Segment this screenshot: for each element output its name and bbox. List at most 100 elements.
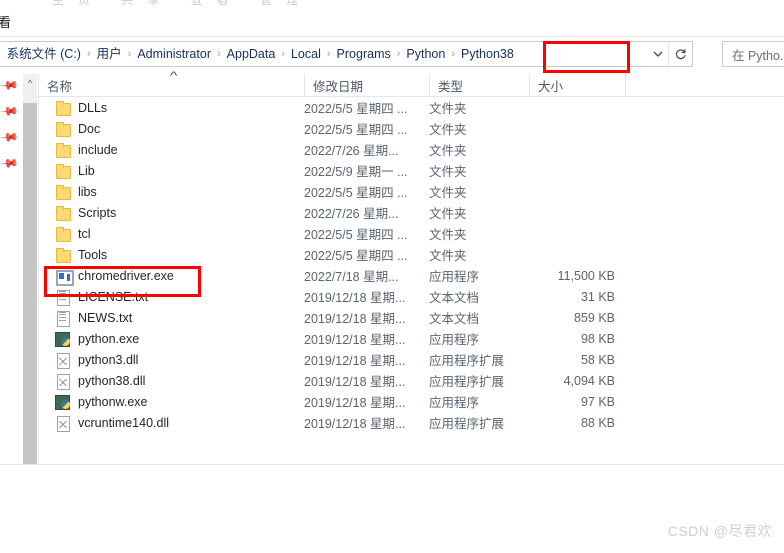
folder-icon [55,163,71,179]
dll-icon [55,352,71,369]
file-name-cell[interactable]: Doc [55,118,100,139]
pin-icon[interactable]: 📌 [0,153,20,173]
file-name-cell[interactable]: pythonw.exe [55,391,148,412]
txt-icon [55,310,71,327]
tab-view[interactable]: 看 [0,14,17,32]
file-size-cell: 88 KB [580,415,615,430]
file-name-cell[interactable]: LICENSE.txt [55,286,148,307]
file-size-cell: 11,500 KB [557,268,615,283]
file-row[interactable]: vcruntime140.dll 2019/12/18 星期... 应用程序扩展 88… [39,412,784,433]
breadcrumb-item-python38[interactable]: Python38 [457,43,518,65]
file-date-cell: 2022/5/5 星期四 ... [304,249,408,263]
file-name-cell[interactable]: tcl [55,223,91,244]
breadcrumb-item-programs[interactable]: Programs [333,43,395,65]
file-date-cell: 2022/5/9 星期一 ... [304,165,408,179]
file-row[interactable]: python38.dll 2019/12/18 星期... 应用程序扩展 4,094 … [39,370,784,391]
refresh-icon[interactable] [668,42,692,66]
file-size-cell: 4,094 KB [563,373,615,388]
file-row[interactable]: LICENSE.txt 2019/12/18 星期... 文本文档 31 KB [39,286,784,307]
py-icon [55,394,71,410]
breadcrumb[interactable]: › 系统文件 (C:) › 用户 › Administrator › AppDa… [0,43,648,65]
file-name-label: python38.dll [78,373,146,388]
file-type-cell: 应用程序 [429,333,480,347]
breadcrumb-item-local[interactable]: Local [287,43,325,65]
nav-pane-gutter: 📌 📌 📌 📌 [0,74,23,464]
file-size-cell [529,118,615,139]
search-input[interactable]: 在 Pytho. [722,41,784,67]
breadcrumb-item-appdata[interactable]: AppData [223,43,280,65]
file-list-bottom-divider [0,464,784,465]
file-date-cell: 2022/7/26 星期... [304,144,399,158]
file-row[interactable]: Doc 2022/5/5 星期四 ... 文件夹 [39,118,784,139]
breadcrumb-separator: › [281,48,285,60]
file-name-label: DLLs [78,100,108,115]
file-row[interactable]: Scripts 2022/7/26 星期... 文件夹 [39,202,784,223]
file-name-cell[interactable]: include [55,139,118,160]
file-size-cell [529,244,615,265]
column-header-name[interactable]: 名称 [39,74,265,97]
dll-icon [55,373,71,390]
file-row[interactable]: Tools 2022/5/5 星期四 ... 文件夹 [39,244,784,265]
nav-scrollbar-thumb[interactable] [23,103,37,464]
file-type-cell: 文件夹 [429,207,467,221]
file-name-cell[interactable]: python38.dll [55,370,145,391]
column-header-spacer [625,74,685,97]
file-type-cell: 文件夹 [429,144,467,158]
file-name-label: Doc [78,121,101,136]
file-row[interactable]: NEWS.txt 2019/12/18 星期... 文本文档 859 KB [39,307,784,328]
file-name-cell[interactable]: NEWS.txt [55,307,132,328]
file-name-cell[interactable]: python3.dll [55,349,138,370]
file-name-cell[interactable]: Tools [55,244,107,265]
breadcrumb-item-system-drive[interactable]: 系统文件 (C:) [3,43,85,65]
file-name-label: vcruntime140.dll [78,415,170,430]
address-bar[interactable]: › 系统文件 (C:) › 用户 › Administrator › AppDa… [0,41,693,67]
file-size-cell [529,139,615,160]
file-row[interactable]: libs 2022/5/5 星期四 ... 文件夹 [39,181,784,202]
file-name-cell[interactable]: Scripts [55,202,116,223]
file-name-cell[interactable]: Lib [55,160,95,181]
file-name-cell[interactable]: libs [55,181,97,202]
file-size-cell: 58 KB [580,352,615,367]
breadcrumb-separator: › [86,48,91,60]
file-row[interactable]: include 2022/7/26 星期... 文件夹 [39,139,784,160]
nav-scrollbar-up-button[interactable]: ^ [23,74,37,92]
file-row[interactable]: python.exe 2019/12/18 星期... 应用程序 98 KB [39,328,784,349]
file-size-cell: 97 KB [580,394,615,409]
file-name-cell[interactable]: vcruntime140.dll [55,412,169,433]
file-name-cell[interactable]: DLLs [55,97,107,118]
file-row[interactable]: python3.dll 2019/12/18 星期... 应用程序扩展 58 KB [39,349,784,370]
file-date-cell: 2022/5/5 星期四 ... [304,228,408,242]
file-list[interactable]: DLLs 2022/5/5 星期四 ... 文件夹 Doc 2022/5/5 星期四 .… [39,97,784,433]
address-bar-row: › 系统文件 (C:) › 用户 › Administrator › AppDa… [0,41,784,72]
file-size-cell: 98 KB [580,331,615,346]
breadcrumb-item-users[interactable]: 用户 [93,43,126,65]
file-row[interactable]: chromedriver.exe 2022/7/18 星期... 应用程序 11,50… [39,265,784,286]
file-date-cell: 2022/7/18 星期... [304,270,399,284]
py-icon [55,331,71,347]
file-name-cell[interactable]: chromedriver.exe [55,265,174,286]
file-row[interactable]: tcl 2022/5/5 星期四 ... 文件夹 [39,223,784,244]
column-header-date-modified[interactable]: 修改日期 [304,74,429,97]
chevron-down-icon[interactable] [648,42,668,66]
pin-icon[interactable]: 📌 [0,101,20,121]
column-header-size[interactable]: 大小 [529,74,625,97]
breadcrumb-item-python[interactable]: Python [402,43,449,65]
file-date-cell: 2019/12/18 星期... [304,354,406,368]
folder-icon [55,100,71,116]
pin-icon[interactable]: 📌 [0,75,20,95]
file-row[interactable]: DLLs 2022/5/5 星期四 ... 文件夹 [39,97,784,118]
file-name-cell[interactable]: python.exe [55,328,139,349]
breadcrumb-item-administrator[interactable]: Administrator [133,43,215,65]
file-row[interactable]: Lib 2022/5/9 星期一 ... 文件夹 [39,160,784,181]
file-date-cell: 2022/7/26 星期... [304,207,399,221]
file-size-cell: 859 KB [573,310,615,325]
file-size-cell [529,97,615,118]
file-date-cell: 2022/5/5 星期四 ... [304,186,408,200]
pin-icon[interactable]: 📌 [0,127,20,147]
column-header-type[interactable]: 类型 [429,74,529,97]
file-date-cell: 2019/12/18 星期... [304,396,406,410]
file-row[interactable]: pythonw.exe 2019/12/18 星期... 应用程序 97 KB [39,391,784,412]
file-size-cell: 31 KB [580,289,615,304]
column-header-row: 名称 修改日期 类型 大小 [0,74,784,97]
file-size-cell [529,160,615,181]
